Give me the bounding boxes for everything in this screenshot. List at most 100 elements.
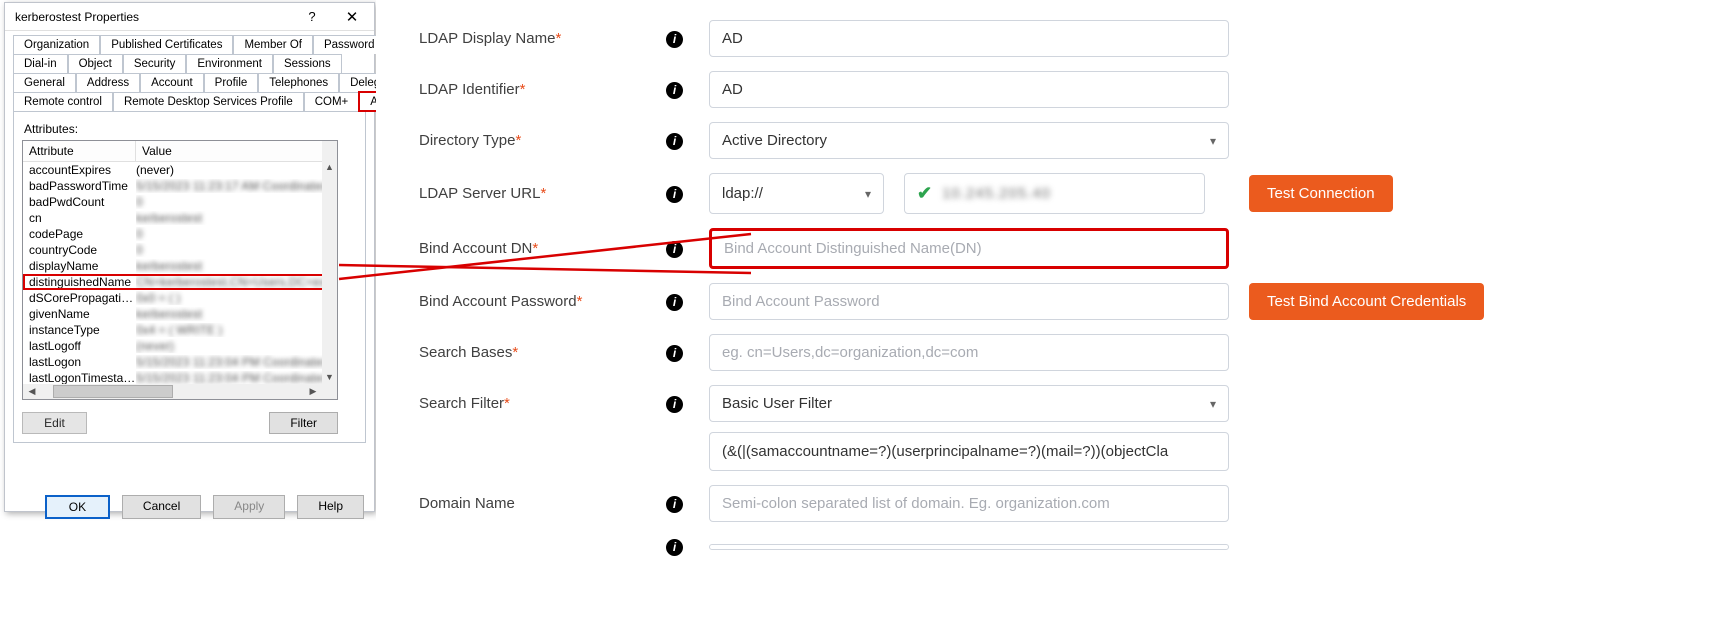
ldap-identifier-input[interactable]: AD	[709, 71, 1229, 108]
tab-profile[interactable]: Profile	[204, 73, 259, 92]
attribute-row[interactable]: instanceType0x4 = ( WRITE )	[23, 322, 337, 338]
edit-button[interactable]: Edit	[22, 412, 87, 434]
tab-published-certificates[interactable]: Published Certificates	[100, 35, 233, 54]
tab-sessions[interactable]: Sessions	[273, 54, 342, 73]
scroll-left-icon[interactable]: ◀	[25, 385, 39, 399]
attribute-value: 5/15/2023 11:23:04 PM Coordinated Univer	[136, 355, 331, 369]
domain-name-input[interactable]: Semi-colon separated list of domain. Eg.…	[709, 485, 1229, 522]
attribute-value: 0	[136, 227, 331, 241]
attributes-table[interactable]: Attribute Value accountExpires(never)bad…	[22, 140, 338, 400]
ok-button[interactable]: OK	[45, 495, 110, 519]
attribute-name: countryCode	[29, 243, 136, 257]
vertical-scrollbar[interactable]: ▲ ▼	[322, 141, 337, 399]
bind-account-password-input[interactable]: Bind Account Password	[709, 283, 1229, 320]
url-scheme-select[interactable]: ldap:// ▾	[709, 173, 884, 214]
attribute-row[interactable]: dSCorePropagationD...0x0 = ( )	[23, 290, 337, 306]
apply-button[interactable]: Apply	[213, 495, 285, 519]
attribute-name: distinguishedName	[29, 275, 136, 289]
info-icon[interactable]: i	[666, 539, 683, 556]
search-bases-input[interactable]: eg. cn=Users,dc=organization,dc=com	[709, 334, 1229, 371]
attribute-value: 5/15/2023 11:23:17 AM Coordinated Univer	[136, 179, 331, 193]
properties-dialog: kerberostest Properties ? ✕ Organization…	[4, 2, 375, 512]
server-host-input[interactable]: ✔ 10.245.205.40	[904, 173, 1205, 214]
scroll-right-icon[interactable]: ▶	[306, 385, 320, 399]
search-filter-expression[interactable]: (&(|(samaccountname=?)(userprincipalname…	[709, 432, 1229, 471]
attribute-row[interactable]: cnkerberostest	[23, 210, 337, 226]
attribute-value: 0	[136, 195, 331, 209]
filter-button[interactable]: Filter	[269, 412, 338, 434]
tab-organization[interactable]: Organization	[13, 35, 100, 54]
info-icon[interactable]: i	[666, 186, 683, 203]
tab-security[interactable]: Security	[123, 54, 187, 73]
close-icon[interactable]: ✕	[332, 4, 372, 30]
info-icon[interactable]: i	[666, 396, 683, 413]
attribute-name: displayName	[29, 259, 136, 273]
chevron-down-icon: ▾	[1210, 134, 1216, 148]
attribute-row[interactable]: badPwdCount0	[23, 194, 337, 210]
attribute-row[interactable]: lastLogon5/15/2023 11:23:04 PM Coordinat…	[23, 354, 337, 370]
info-icon[interactable]: i	[666, 82, 683, 99]
info-icon[interactable]: i	[666, 241, 683, 258]
attributes-header: Attribute Value	[23, 141, 337, 162]
attribute-row[interactable]: codePage0	[23, 226, 337, 242]
tab-general[interactable]: General	[13, 73, 76, 92]
info-icon[interactable]: i	[666, 31, 683, 48]
tab-address[interactable]: Address	[76, 73, 140, 92]
attribute-value: kerberostest	[136, 211, 331, 225]
column-value[interactable]: Value	[136, 141, 337, 161]
cancel-button[interactable]: Cancel	[122, 495, 201, 519]
info-icon[interactable]: i	[666, 496, 683, 513]
bind-account-dn-input[interactable]: Bind Account Distinguished Name(DN)	[709, 228, 1229, 269]
tab-com-[interactable]: COM+	[304, 92, 360, 111]
domain-name-label: Domain Name	[376, 495, 666, 512]
attribute-name: badPwdCount	[29, 195, 136, 209]
attribute-row[interactable]: accountExpires(never)	[23, 162, 337, 178]
tab-remote-desktop-services-profile[interactable]: Remote Desktop Services Profile	[113, 92, 304, 111]
chevron-down-icon: ▾	[1210, 397, 1216, 411]
attribute-row[interactable]: givenNamekerberostest	[23, 306, 337, 322]
test-bind-credentials-button[interactable]: Test Bind Account Credentials	[1249, 283, 1484, 320]
attribute-value: 5/15/2023 11:23:04 PM Coordinated Univer	[136, 371, 331, 385]
attribute-value: kerberostest	[136, 259, 331, 273]
scroll-up-icon[interactable]: ▲	[322, 159, 337, 174]
ldap-server-url-label: LDAP Server URL*	[376, 185, 666, 202]
attribute-value: (never)	[136, 339, 331, 353]
tab-dial-in[interactable]: Dial-in	[13, 54, 68, 73]
tab-account[interactable]: Account	[140, 73, 204, 92]
tab-telephones[interactable]: Telephones	[258, 73, 339, 92]
ldap-display-name-input[interactable]: AD	[709, 20, 1229, 57]
info-icon[interactable]: i	[666, 133, 683, 150]
directory-type-select[interactable]: Active Directory ▾	[709, 122, 1229, 159]
attribute-row[interactable]: displayNamekerberostest	[23, 258, 337, 274]
info-icon[interactable]: i	[666, 345, 683, 362]
ldap-identifier-label: LDAP Identifier*	[376, 81, 666, 98]
bind-account-dn-label: Bind Account DN*	[376, 240, 666, 257]
next-field-partial[interactable]	[709, 544, 1229, 550]
info-icon[interactable]: i	[666, 294, 683, 311]
tab-member-of[interactable]: Member Of	[233, 35, 313, 54]
titlebar[interactable]: kerberostest Properties ? ✕	[5, 3, 374, 31]
help-icon[interactable]: ?	[292, 4, 332, 30]
search-filter-select[interactable]: Basic User Filter ▾	[709, 385, 1229, 422]
ldap-display-name-label: LDAP Display Name*	[376, 30, 666, 47]
attribute-row[interactable]: distinguishedNameCN=kerberostest,CN=User…	[23, 274, 337, 290]
search-bases-label: Search Bases*	[376, 344, 666, 361]
directory-type-label: Directory Type*	[376, 132, 666, 149]
scroll-down-icon[interactable]: ▼	[322, 369, 337, 384]
attribute-row[interactable]: badPasswordTime5/15/2023 11:23:17 AM Coo…	[23, 178, 337, 194]
attribute-value: CN=kerberostest,CN=Users,DC=example,DC=c…	[136, 275, 331, 289]
attribute-value: (never)	[136, 163, 331, 177]
attributes-label: Attributes:	[24, 122, 357, 136]
check-icon: ✔	[917, 183, 932, 204]
attribute-name: codePage	[29, 227, 136, 241]
scroll-thumb[interactable]	[53, 385, 173, 398]
attribute-row[interactable]: lastLogoff(never)	[23, 338, 337, 354]
tab-object[interactable]: Object	[68, 54, 123, 73]
tab-environment[interactable]: Environment	[186, 54, 273, 73]
column-attribute[interactable]: Attribute	[23, 141, 136, 161]
help-button[interactable]: Help	[297, 495, 364, 519]
tab-remote-control[interactable]: Remote control	[13, 92, 113, 111]
attribute-row[interactable]: countryCode0	[23, 242, 337, 258]
test-connection-button[interactable]: Test Connection	[1249, 175, 1393, 212]
horizontal-scrollbar[interactable]: ◀ ▶	[23, 384, 322, 399]
